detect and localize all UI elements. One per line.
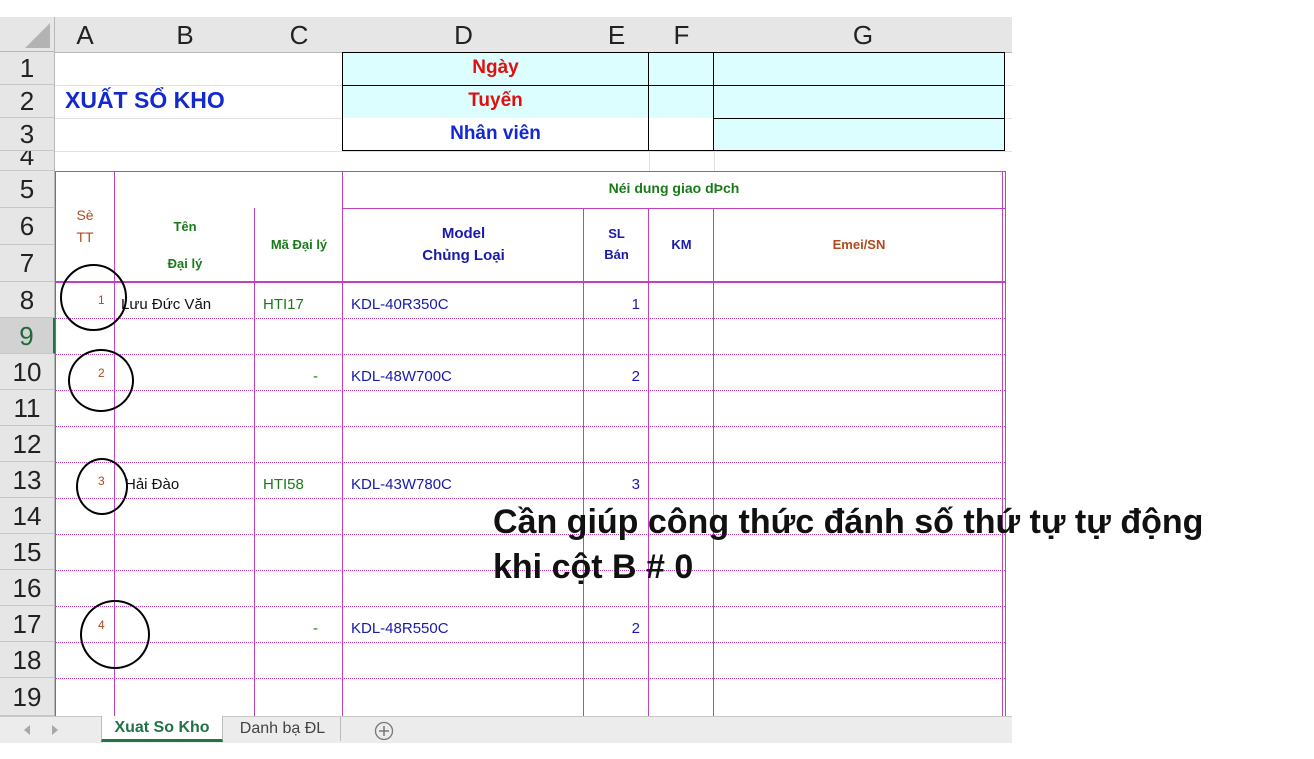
ma-dai-ly-cell[interactable]: - (255, 620, 318, 637)
header-emei: Emei/SN (832, 237, 886, 252)
header-model-2: Chủng Loại (422, 247, 505, 264)
column-header-e[interactable]: E (584, 17, 650, 53)
highlight-circle (76, 458, 128, 515)
row-header[interactable]: 15 (0, 534, 55, 570)
spreadsheet[interactable]: A B C D E F G 1 2 3 4 5 6 7 8 9 10 11 12… (0, 0, 1012, 716)
annotation-line-2: khi cột B # 0 (493, 548, 694, 586)
highlight-circle (80, 600, 150, 669)
header-sl-1: SL (608, 226, 625, 241)
column-header-a[interactable]: A (55, 17, 116, 53)
row-header[interactable]: 2 (0, 85, 55, 118)
row-header[interactable]: 19 (0, 678, 55, 716)
ma-dai-ly-cell[interactable]: HTI17 (263, 296, 304, 313)
label-ngay: Ngày (472, 57, 519, 78)
sheet-tab[interactable]: Danh bạ ĐL (224, 717, 341, 741)
column-header-b[interactable]: B (115, 17, 256, 53)
sheet-tab-label: Danh bạ ĐL (239, 720, 326, 737)
row-header[interactable]: 1 (0, 52, 55, 85)
sl-cell[interactable]: 1 (584, 296, 640, 313)
sheet-tab-active[interactable]: Xuat So Kho (101, 716, 223, 742)
model-cell[interactable]: KDL-43W780C (351, 476, 452, 493)
row-header-selected[interactable]: 9 (0, 318, 55, 354)
column-header-d[interactable]: D (343, 17, 585, 53)
sl-cell[interactable]: 2 (584, 368, 640, 385)
column-header-f[interactable]: F (649, 17, 715, 53)
header-noi-dung: Néi dung giao dÞch (608, 180, 740, 196)
column-header-g[interactable]: G (714, 17, 1012, 53)
sl-cell[interactable]: 3 (584, 476, 640, 493)
column-header-c[interactable]: C (255, 17, 344, 53)
select-all-corner[interactable] (0, 17, 55, 52)
sheet-tab-bar: Xuat So Kho Danh bạ ĐL (0, 716, 1012, 743)
header-so-tt-2: TT (76, 229, 94, 245)
header-so-tt-1: Sè (76, 207, 94, 223)
ten-dai-ly-cell[interactable]: Lưu Đức Văn (121, 296, 211, 313)
row-header[interactable]: 7 (0, 245, 55, 282)
header-ten-1: Tên (173, 219, 197, 234)
row-header[interactable]: 18 (0, 642, 55, 678)
row-header[interactable]: 13 (0, 462, 55, 498)
row-header[interactable]: 6 (0, 208, 55, 245)
model-cell[interactable]: KDL-48W700C (351, 368, 452, 385)
highlight-circle (60, 264, 127, 331)
row-header[interactable]: 12 (0, 426, 55, 462)
row-header[interactable]: 5 (0, 171, 55, 208)
row-header[interactable]: 17 (0, 606, 55, 642)
header-ten-2: Đại lý (167, 256, 203, 271)
header-model-1: Model (441, 225, 486, 242)
header-km: KM (671, 237, 692, 252)
scroll-right-icon[interactable] (50, 724, 60, 736)
model-cell[interactable]: KDL-40R350C (351, 296, 449, 313)
label-tuyen: Tuyến (468, 90, 523, 111)
add-sheet-icon[interactable] (374, 721, 394, 741)
row-header[interactable]: 8 (0, 282, 55, 318)
ten-dai-ly-cell[interactable]: Hải Đào (125, 476, 179, 493)
header-sl-2: Bán (604, 247, 629, 262)
highlight-circle (68, 349, 134, 412)
scroll-left-icon[interactable] (22, 724, 32, 736)
sl-cell[interactable]: 2 (584, 620, 640, 637)
label-nhan-vien: Nhân viên (450, 123, 541, 144)
row-header[interactable]: 14 (0, 498, 55, 534)
row-header[interactable]: 11 (0, 390, 55, 426)
row-header[interactable]: 4 (0, 151, 55, 171)
select-all-triangle-icon (25, 23, 50, 48)
annotation-line-1: Cần giúp công thức đánh số thứ tự tự độn… (493, 503, 1204, 541)
sheet-title: XUẤT SỔ KHO (65, 87, 225, 113)
row-header[interactable]: 16 (0, 570, 55, 606)
sheet-tab-label: Xuat So Kho (114, 719, 210, 736)
ma-dai-ly-cell[interactable]: HTI58 (263, 476, 304, 493)
row-header[interactable]: 3 (0, 118, 55, 151)
model-cell[interactable]: KDL-48R550C (351, 620, 449, 637)
ma-dai-ly-cell[interactable]: - (255, 368, 318, 385)
header-ma-dai-ly: Mã Đại lý (270, 237, 328, 252)
row-header[interactable]: 10 (0, 354, 55, 390)
